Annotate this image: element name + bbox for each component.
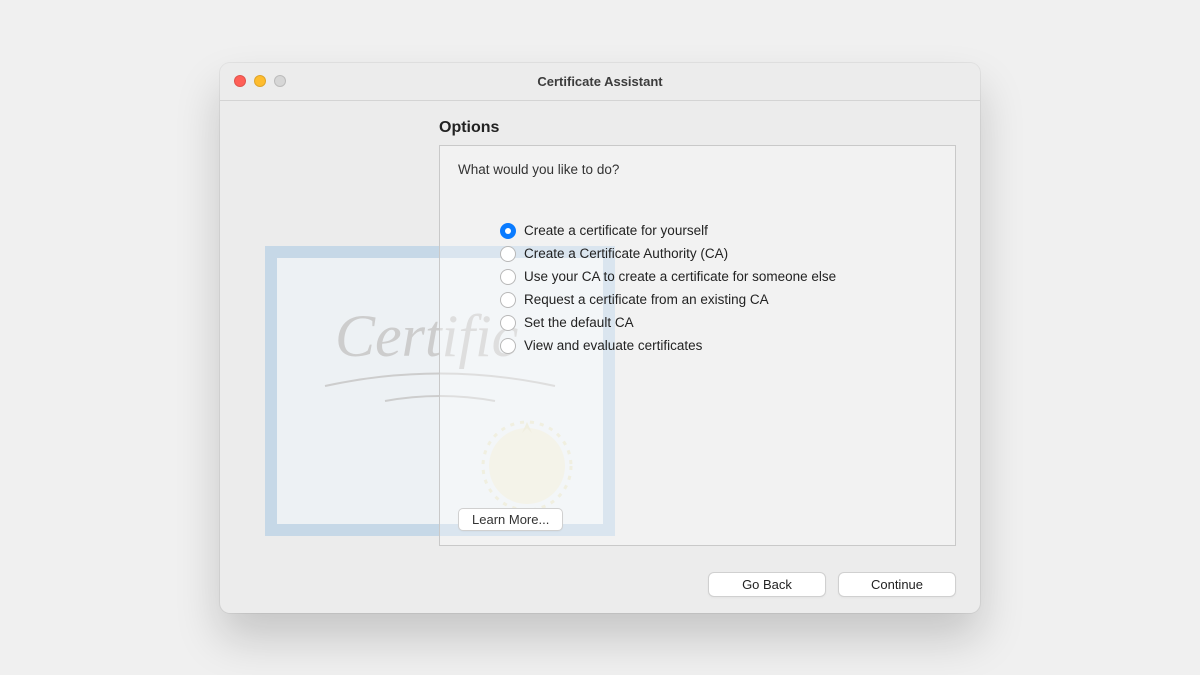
minimize-window-button[interactable] — [254, 75, 266, 87]
radio-indicator[interactable] — [500, 246, 516, 262]
titlebar: Certificate Assistant — [220, 63, 980, 101]
section-heading: Options — [439, 119, 956, 137]
learn-more-button[interactable]: Learn More... — [458, 508, 563, 531]
radio-use-ca[interactable]: Use your CA to create a certificate for … — [500, 269, 937, 285]
maximize-window-button — [274, 75, 286, 87]
traffic-lights — [234, 75, 286, 87]
radio-create-ca[interactable]: Create a Certificate Authority (CA) — [500, 246, 937, 262]
radio-create-self[interactable]: Create a certificate for yourself — [500, 223, 937, 239]
heading-row: Options — [439, 119, 956, 137]
window-title: Certificate Assistant — [232, 74, 968, 89]
radio-indicator[interactable] — [500, 292, 516, 308]
radio-label: Use your CA to create a certificate for … — [524, 269, 836, 284]
go-back-button[interactable]: Go Back — [708, 572, 826, 597]
radio-request-ca[interactable]: Request a certificate from an existing C… — [500, 292, 937, 308]
radio-indicator[interactable] — [500, 223, 516, 239]
certificate-assistant-window: Certificate Assistant Certific Options W… — [220, 63, 980, 613]
content-area: Certific Options What would you like to … — [220, 101, 980, 560]
radio-label: Create a Certificate Authority (CA) — [524, 246, 728, 261]
radio-indicator[interactable] — [500, 315, 516, 331]
radio-label: View and evaluate certificates — [524, 338, 702, 353]
radio-label: Set the default CA — [524, 315, 634, 330]
radio-indicator[interactable] — [500, 269, 516, 285]
radio-default-ca[interactable]: Set the default CA — [500, 315, 937, 331]
radio-label: Create a certificate for yourself — [524, 223, 708, 238]
continue-button[interactable]: Continue — [838, 572, 956, 597]
radio-indicator[interactable] — [500, 338, 516, 354]
radio-list: Create a certificate for yourself Create… — [500, 223, 937, 354]
radio-view-cert[interactable]: View and evaluate certificates — [500, 338, 937, 354]
panel-footer: Learn More... — [458, 508, 937, 531]
close-window-button[interactable] — [234, 75, 246, 87]
prompt-text: What would you like to do? — [458, 162, 937, 177]
bottom-bar: Go Back Continue — [220, 560, 980, 613]
radio-label: Request a certificate from an existing C… — [524, 292, 769, 307]
options-panel: What would you like to do? Create a cert… — [439, 145, 956, 546]
